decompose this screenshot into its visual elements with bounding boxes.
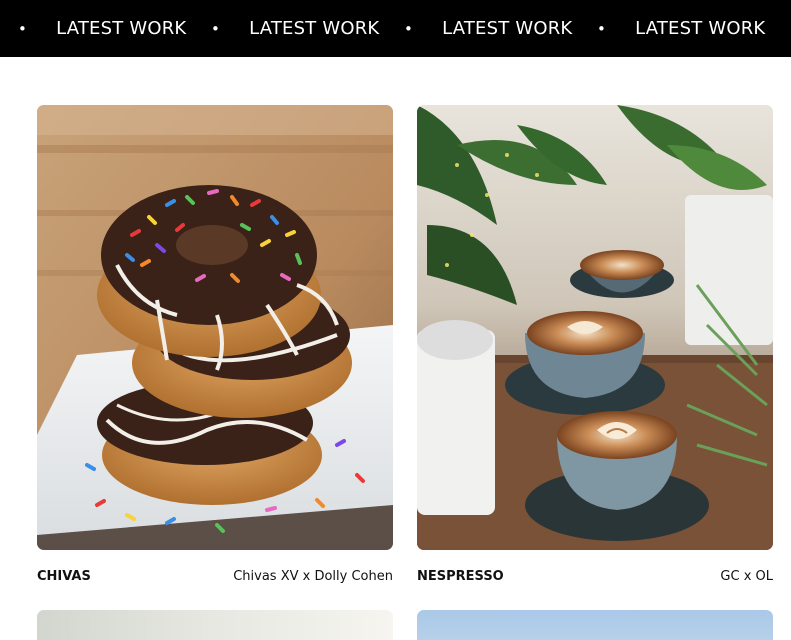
project-image-next-left[interactable]	[37, 610, 393, 640]
project-client[interactable]: NESPRESSO	[417, 569, 504, 584]
coffee-photo-illustration	[417, 105, 773, 550]
project-card-nespresso[interactable]: NESPRESSO GC x OL	[417, 105, 773, 584]
donuts-photo-illustration	[37, 105, 393, 550]
marquee-label: LATEST WORK	[56, 18, 187, 39]
bullet-icon: •	[18, 19, 28, 38]
marquee-label: LATEST WORK	[442, 18, 573, 39]
bullet-icon: •	[211, 19, 221, 38]
project-title[interactable]: GC x OL	[720, 569, 773, 584]
marquee-label: LATEST WORK	[635, 18, 766, 39]
project-image-donuts[interactable]	[37, 105, 393, 550]
latest-work-marquee: • LATEST WORK • LATEST WORK • LATEST WOR…	[0, 0, 791, 57]
project-meta: CHIVAS Chivas XV x Dolly Cohen	[37, 567, 393, 585]
project-title[interactable]: Chivas XV x Dolly Cohen	[233, 569, 393, 584]
marquee-item: • LATEST WORK	[404, 0, 572, 57]
marquee-item: • LATEST WORK	[211, 0, 379, 57]
project-client[interactable]: CHIVAS	[37, 569, 91, 584]
bullet-icon: •	[597, 19, 607, 38]
marquee-label: LATEST WORK	[249, 18, 380, 39]
project-card-chivas[interactable]: CHIVAS Chivas XV x Dolly Cohen	[37, 105, 393, 584]
marquee-item: • LATEST WORK	[18, 0, 186, 57]
project-image-coffee[interactable]	[417, 105, 773, 550]
project-image-next-right[interactable]	[417, 610, 773, 640]
project-meta: NESPRESSO GC x OL	[417, 567, 773, 585]
bullet-icon: •	[404, 19, 414, 38]
marquee-item: • LATEST WORK	[597, 0, 765, 57]
